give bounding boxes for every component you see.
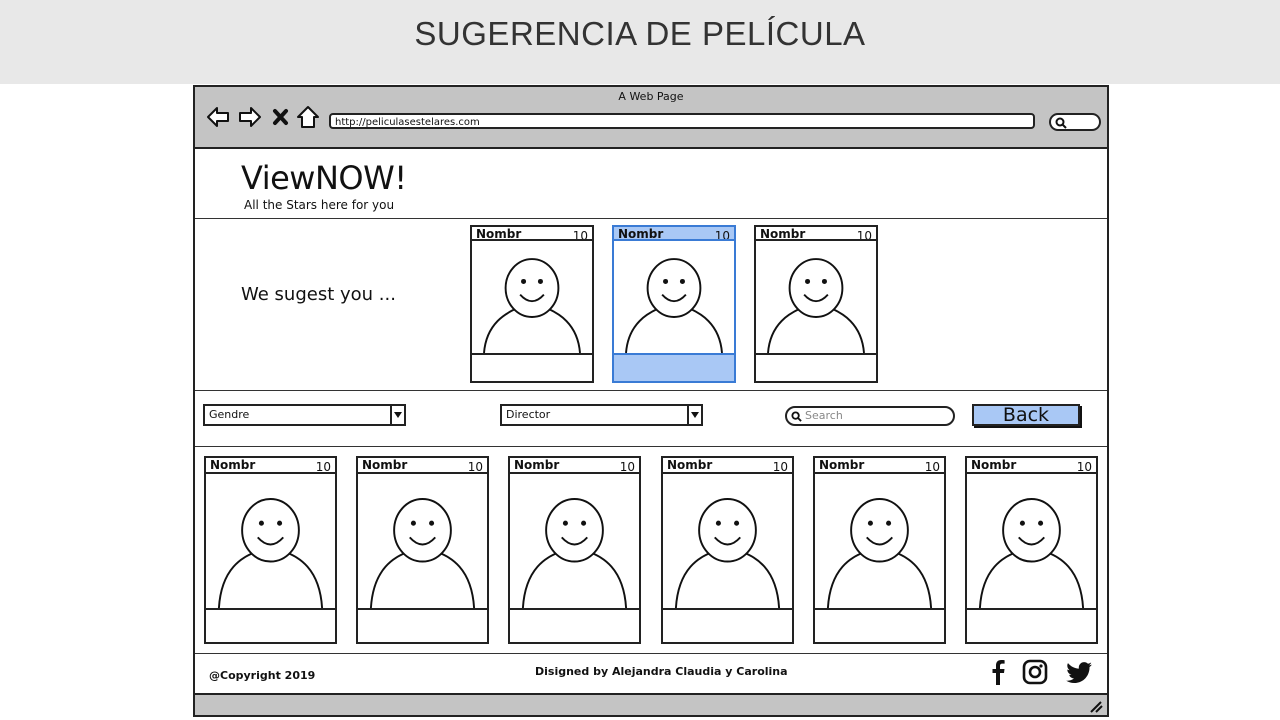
movie-card[interactable]: Nombr 10	[356, 456, 489, 644]
window-title: A Web Page	[618, 90, 684, 103]
movie-card[interactable]: Nombr 10	[470, 225, 594, 383]
avatar-placeholder-icon	[625, 258, 723, 353]
movie-name: Nombr	[971, 458, 1017, 472]
search-placeholder: Search	[805, 409, 843, 422]
avatar-placeholder-icon	[521, 498, 628, 608]
instagram-icon[interactable]	[1022, 658, 1048, 686]
avatar-placeholder-icon	[217, 498, 324, 608]
copyright-text: @Copyright 2019	[209, 669, 316, 682]
movie-card[interactable]: Nombr 10	[813, 456, 946, 644]
chevron-down-icon[interactable]	[390, 406, 404, 424]
status-bar	[195, 693, 1107, 715]
movie-card[interactable]: Nombr 10	[661, 456, 794, 644]
movie-name: Nombr	[819, 458, 865, 472]
avatar-placeholder-icon	[767, 258, 865, 353]
movie-name: Nombr	[210, 458, 256, 472]
facebook-icon[interactable]	[985, 658, 1011, 686]
url-bar[interactable]: http://peliculasestelares.com	[329, 113, 1035, 129]
search-input[interactable]: Search	[785, 406, 955, 426]
suggestion-label: We sugest you ...	[241, 284, 396, 305]
chevron-down-icon[interactable]	[687, 406, 701, 424]
avatar-placeholder-icon	[978, 498, 1085, 608]
movie-card[interactable]: Nombr 10	[965, 456, 1098, 644]
credits-text: Disigned by Alejandra Claudia y Carolina	[535, 665, 788, 678]
avatar-placeholder-icon	[369, 498, 476, 608]
avatar-placeholder-icon	[674, 498, 781, 608]
back-button[interactable]: Back	[972, 404, 1080, 426]
movie-poster[interactable]	[206, 472, 335, 610]
movie-card[interactable]: Nombr 10	[612, 225, 736, 383]
movie-card[interactable]: Nombr 10	[508, 456, 641, 644]
divider	[195, 218, 1107, 219]
browser-search[interactable]	[1049, 113, 1101, 131]
director-select-value: Director	[506, 408, 551, 421]
search-icon	[791, 411, 802, 422]
movie-poster[interactable]	[358, 472, 487, 610]
slide-header: SUGERENCIA DE PELÍCULA	[0, 0, 1280, 84]
browser-chrome: A Web Page http://peliculasestelares.com	[195, 87, 1107, 149]
avatar-placeholder-icon	[483, 258, 581, 353]
search-icon	[1055, 117, 1067, 129]
genre-select[interactable]: Gendre	[203, 404, 406, 426]
movie-poster[interactable]	[815, 472, 944, 610]
movie-poster[interactable]	[663, 472, 792, 610]
close-x-icon[interactable]	[271, 104, 291, 130]
site-logo[interactable]: ViewNOW!	[241, 159, 407, 197]
avatar-placeholder-icon	[826, 498, 933, 608]
movie-poster[interactable]	[510, 472, 639, 610]
twitter-icon[interactable]	[1064, 658, 1094, 686]
browser-window: A Web Page http://peliculasestelares.com…	[193, 85, 1109, 717]
movie-card[interactable]: Nombr 10	[754, 225, 878, 383]
movie-name: Nombr	[667, 458, 713, 472]
divider	[195, 390, 1107, 391]
movie-poster[interactable]	[614, 239, 734, 355]
genre-select-value: Gendre	[209, 408, 250, 421]
movie-card[interactable]: Nombr 10	[204, 456, 337, 644]
home-icon[interactable]	[295, 104, 321, 130]
movie-poster[interactable]	[756, 239, 876, 355]
site-tagline: All the Stars here for you	[244, 198, 395, 212]
forward-arrow-icon[interactable]	[237, 104, 263, 130]
movie-poster[interactable]	[967, 472, 1096, 610]
divider	[195, 653, 1107, 654]
slide-title: SUGERENCIA DE PELÍCULA	[414, 15, 866, 52]
movie-name: Nombr	[514, 458, 560, 472]
director-select[interactable]: Director	[500, 404, 703, 426]
resize-grip-icon[interactable]	[1089, 701, 1103, 713]
movie-name: Nombr	[362, 458, 408, 472]
back-arrow-icon[interactable]	[205, 104, 231, 130]
movie-poster[interactable]	[472, 239, 592, 355]
divider	[195, 446, 1107, 447]
